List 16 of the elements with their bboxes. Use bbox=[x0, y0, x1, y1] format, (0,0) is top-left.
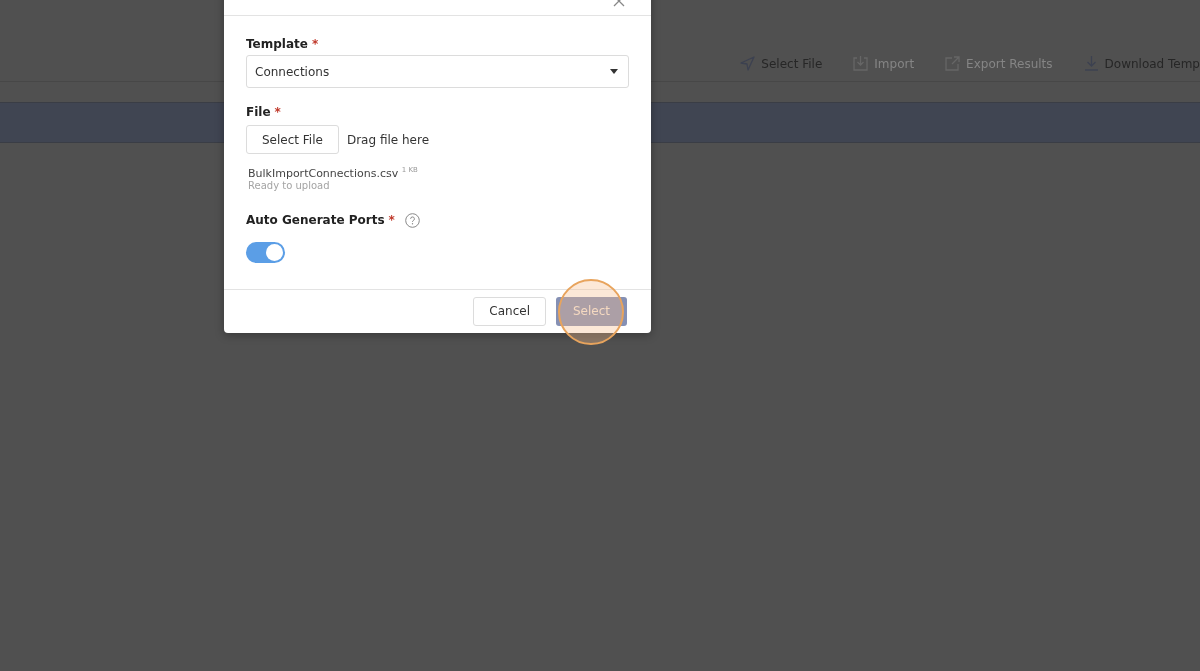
cancel-button[interactable]: Cancel bbox=[473, 296, 546, 326]
field-label: Template bbox=[246, 37, 308, 51]
template-dropdown[interactable]: Connections bbox=[246, 55, 629, 88]
select-file-button[interactable]: Select File bbox=[246, 125, 339, 154]
confirm-button[interactable]: Select bbox=[555, 296, 627, 326]
required-mark: * bbox=[388, 213, 395, 228]
required-mark: * bbox=[274, 105, 281, 119]
required-mark: * bbox=[311, 37, 319, 51]
field-label: File bbox=[246, 105, 271, 119]
help-icon[interactable] bbox=[404, 212, 420, 228]
file-name: BulkImportConnections.csv $^{1 KB}$ bbox=[248, 166, 419, 180]
field-label: Auto Generate Ports bbox=[246, 213, 385, 228]
drop-hint: Drag file here bbox=[346, 132, 429, 147]
toggle-switch[interactable] bbox=[246, 241, 285, 263]
upload-status: Ready to upload bbox=[248, 179, 331, 191]
caret-icon bbox=[610, 69, 618, 74]
